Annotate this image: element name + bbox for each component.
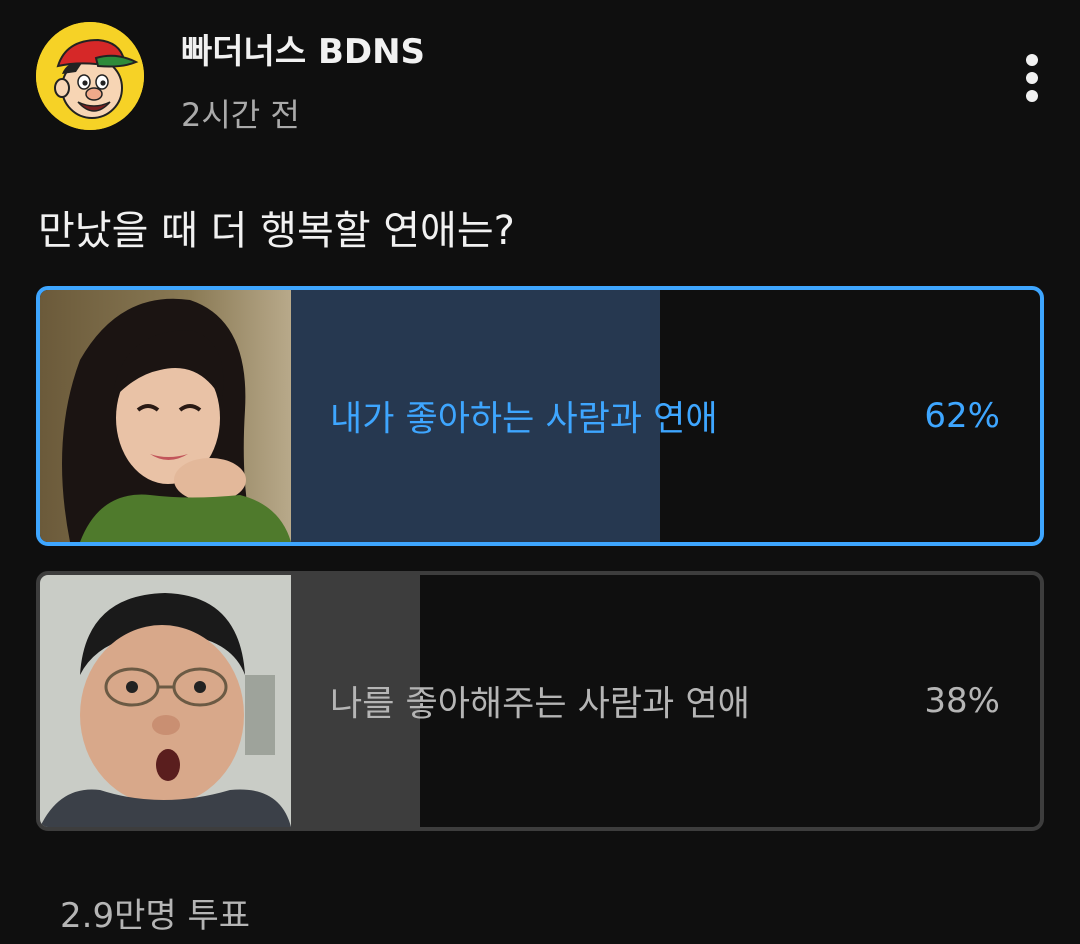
- vote-count: 2.9만명 투표: [60, 896, 250, 936]
- poll-option-1-percent: 62%: [924, 396, 1000, 436]
- community-post: 빠더너스 BDNS 2시간 전 만났을 때 더 행복할 연애는? 내가 좋아하는…: [0, 0, 1080, 944]
- poll-option-1[interactable]: 내가 좋아하는 사람과 연애 62%: [36, 286, 1044, 546]
- channel-avatar[interactable]: [36, 22, 144, 130]
- more-vertical-icon: [1026, 54, 1038, 66]
- poll-question: 만났을 때 더 행복할 연애는?: [38, 208, 515, 254]
- poll-option-2[interactable]: 나를 좋아해주는 사람과 연애 38%: [36, 571, 1044, 831]
- more-options-button[interactable]: [1004, 48, 1060, 108]
- post-timestamp: 2시간 전: [181, 96, 300, 134]
- poll-option-2-thumbnail: [40, 575, 291, 827]
- poll-option-2-percent: 38%: [924, 681, 1000, 721]
- more-vertical-icon-dot: [1026, 72, 1038, 84]
- cartoon-boy-cap-icon: [36, 22, 144, 130]
- smiling-woman-photo-image: [40, 290, 291, 542]
- poll-option-1-label: 내가 좋아하는 사람과 연애: [330, 399, 718, 440]
- surprised-man-photo-image: [40, 575, 291, 827]
- poll-option-2-label: 나를 좋아해주는 사람과 연애: [330, 684, 750, 725]
- channel-name[interactable]: 빠더너스 BDNS: [181, 24, 425, 73]
- poll-option-1-thumbnail: [40, 290, 291, 542]
- more-vertical-icon-dot: [1026, 90, 1038, 102]
